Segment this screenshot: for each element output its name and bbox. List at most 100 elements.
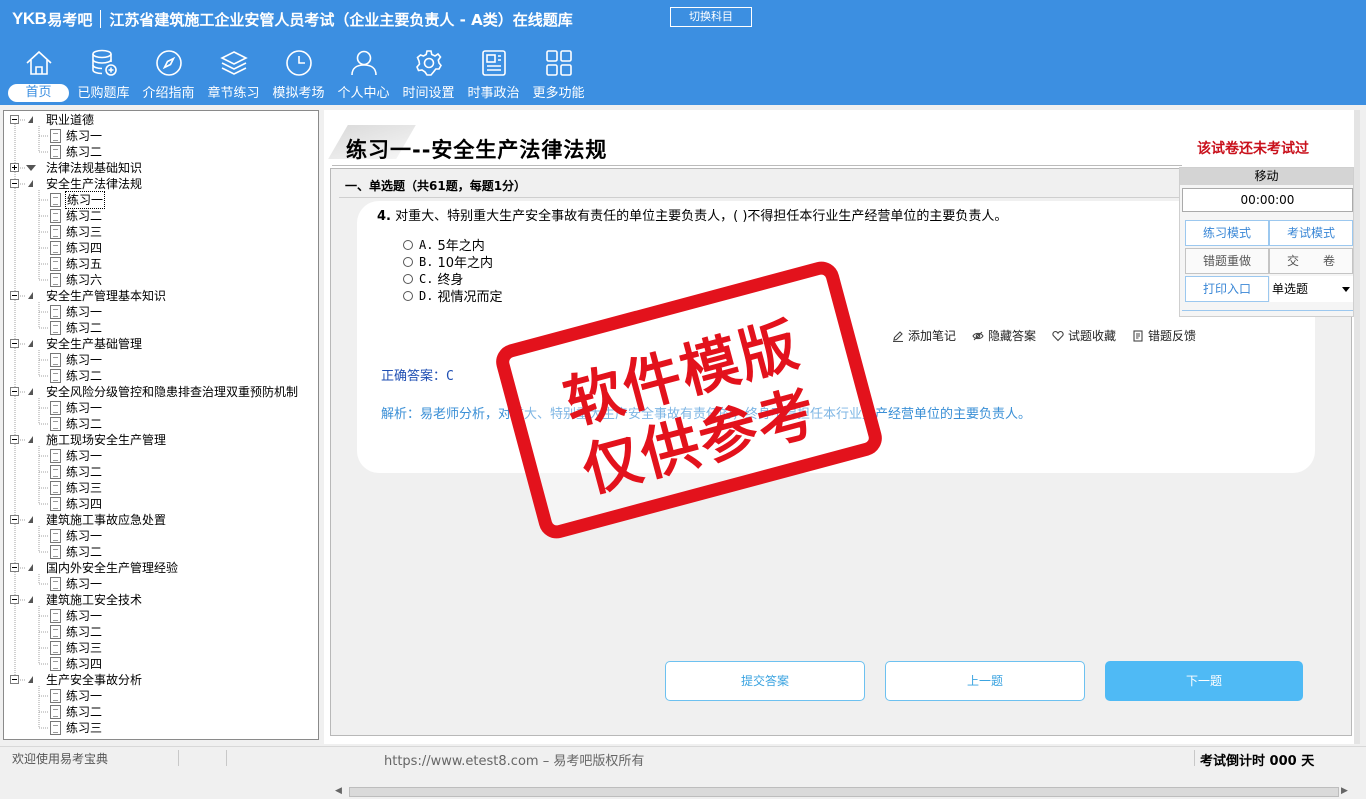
tree-exercise-label: 练习二 [66, 369, 103, 383]
question-type-value: 单选题 [1272, 282, 1309, 296]
document-icon [50, 209, 61, 223]
tree-exercise-label: 练习四 [66, 497, 103, 511]
collapse-icon[interactable] [10, 515, 19, 524]
submit-paper-button[interactable]: 交 卷 [1269, 248, 1353, 274]
nav-label: 已购题库 [77, 86, 130, 101]
document-icon [50, 321, 61, 335]
document-icon [50, 145, 61, 159]
tree-chapter-label: 安全生产管理基本知识 [46, 289, 167, 303]
exam-mode-button[interactable]: 考试模式 [1269, 220, 1353, 246]
expand-icon[interactable] [10, 163, 19, 172]
nav-time-settings[interactable]: 时间设置 [396, 46, 461, 104]
collapse-icon[interactable] [10, 595, 19, 604]
redo-wrong-button[interactable]: 错题重做 [1185, 248, 1269, 274]
tree-exercise-label: 练习三 [66, 225, 103, 239]
folder-triangle-icon [28, 116, 33, 123]
answer-value: C [446, 369, 454, 384]
horizontal-scrollbar[interactable]: ◀ ▶ [331, 785, 1353, 799]
pencil-icon [893, 330, 903, 342]
timer-display: 00:00:00 [1182, 188, 1353, 212]
vertical-scrollbar[interactable] [1354, 110, 1360, 744]
scroll-left-icon[interactable]: ◀ [335, 786, 342, 796]
radio-button[interactable] [403, 239, 413, 250]
question-type-select[interactable]: 单选题 [1270, 276, 1353, 302]
document-icon [50, 689, 61, 703]
exam-control-panel[interactable]: 移动 00:00:00 练习模式 考试模式 错题重做 交 卷 打印入口 单选题 [1179, 167, 1354, 317]
nav-more[interactable]: 更多功能 [526, 46, 591, 104]
main-nav: 首页 已购题库 介绍指南 章节练习 模拟考场 个人中心 时间设置 时事政治 更多… [6, 46, 591, 104]
status-divider [178, 750, 179, 766]
submit-answer-button[interactable]: 提交答案 [665, 661, 865, 701]
nav-current-affairs[interactable]: 时事政治 [461, 46, 526, 104]
hide-answer-button[interactable]: 隐藏答案 [972, 327, 1036, 344]
grid-icon [546, 50, 572, 76]
print-button[interactable]: 打印入口 [1185, 276, 1269, 302]
nav-user-center[interactable]: 个人中心 [331, 46, 396, 104]
question-toolbar: 添加笔记 隐藏答案 试题收藏 错题反馈 [892, 327, 1212, 344]
tree-chapter-label: 职业道德 [46, 113, 95, 127]
exam-countdown: 考试倒计时 000 天 [1200, 754, 1315, 769]
app-header: YKB 易考吧 江苏省建筑施工企业安管人员考试（企业主要负责人 - A类）在线题… [0, 0, 1366, 105]
prev-question-button[interactable]: 上一题 [885, 661, 1085, 701]
nav-guide[interactable]: 介绍指南 [136, 46, 201, 104]
tree-exercise-label: 练习一 [66, 129, 103, 143]
eye-icon [972, 331, 984, 340]
nav-label: 时间设置 [402, 86, 455, 101]
next-question-button[interactable]: 下一题 [1105, 661, 1303, 701]
copyright-text: https://www.etest8.com – 易考吧版权所有 [384, 754, 645, 769]
document-icon [50, 465, 61, 479]
scroll-thumb[interactable] [349, 787, 1339, 797]
nav-mock-exam[interactable]: 模拟考场 [266, 46, 331, 104]
nav-label: 章节练习 [207, 86, 260, 101]
radio-button[interactable] [403, 273, 413, 284]
collapse-icon[interactable] [10, 563, 19, 572]
document-icon [50, 641, 61, 655]
logo-text: 易考吧 [47, 10, 93, 29]
document-icon [50, 193, 61, 207]
switch-subject-button[interactable]: 切换科目 [670, 7, 752, 27]
panel-drag-handle[interactable]: 移动 [1180, 168, 1353, 185]
collapse-icon[interactable] [10, 115, 19, 124]
document-icon [50, 129, 61, 143]
tree-exercise-label: 练习二 [66, 545, 103, 559]
chevron-down-icon [1342, 287, 1350, 292]
document-icon [50, 305, 61, 319]
gear-icon [416, 50, 442, 76]
folder-triangle-icon [28, 292, 33, 299]
tree-exercise-label: 练习二 [66, 209, 103, 223]
scroll-right-icon[interactable]: ▶ [1341, 786, 1348, 796]
nav-home[interactable]: 首页 [6, 46, 71, 104]
layers-icon [220, 51, 248, 75]
option-d[interactable]: D. 视情况而定 [403, 286, 502, 305]
news-icon [482, 50, 506, 76]
report-error-button[interactable]: 错题反馈 [1132, 327, 1196, 344]
question-stem: 对重大、特别重大生产安全事故有责任的单位主要负责人，( )不得担任本行业生产经营… [395, 209, 1008, 224]
document-icon [50, 225, 61, 239]
collapse-icon[interactable] [10, 339, 19, 348]
collapse-icon[interactable] [10, 675, 19, 684]
tree-exercise-label: 练习一 [66, 609, 103, 623]
chapter-tree[interactable]: 职业道德 练习一 练习二 法律法规基础知识 安全生产法律法规 练习一 练习二 练习三 练习四 练习… [3, 110, 319, 740]
practice-mode-button[interactable]: 练习模式 [1185, 220, 1269, 246]
title-divider [332, 165, 1182, 166]
collapse-icon[interactable] [10, 179, 19, 188]
nav-chapter-practice[interactable]: 章节练习 [201, 46, 266, 104]
radio-button[interactable] [403, 290, 413, 301]
tree-exercise-label: 练习三 [66, 721, 103, 735]
tree-chapter-label: 国内外安全生产管理经验 [46, 561, 179, 575]
folder-triangle-icon [28, 516, 33, 523]
collapse-icon[interactable] [10, 387, 19, 396]
nav-label: 介绍指南 [142, 86, 195, 101]
option-tag: B. [419, 254, 434, 269]
document-icon [50, 401, 61, 415]
nav-purchased[interactable]: 已购题库 [71, 46, 136, 104]
radio-button[interactable] [403, 256, 413, 267]
favorite-button[interactable]: 试题收藏 [1052, 327, 1116, 344]
collapse-icon[interactable] [10, 291, 19, 300]
collapse-icon[interactable] [10, 435, 19, 444]
option-tag: A. [419, 237, 434, 252]
favorite-label: 试题收藏 [1068, 329, 1117, 343]
tree-chapter-label: 安全生产法律法规 [46, 177, 143, 191]
add-note-button[interactable]: 添加笔记 [892, 327, 956, 344]
tree-chapter-label: 建筑施工事故应急处置 [46, 513, 167, 527]
